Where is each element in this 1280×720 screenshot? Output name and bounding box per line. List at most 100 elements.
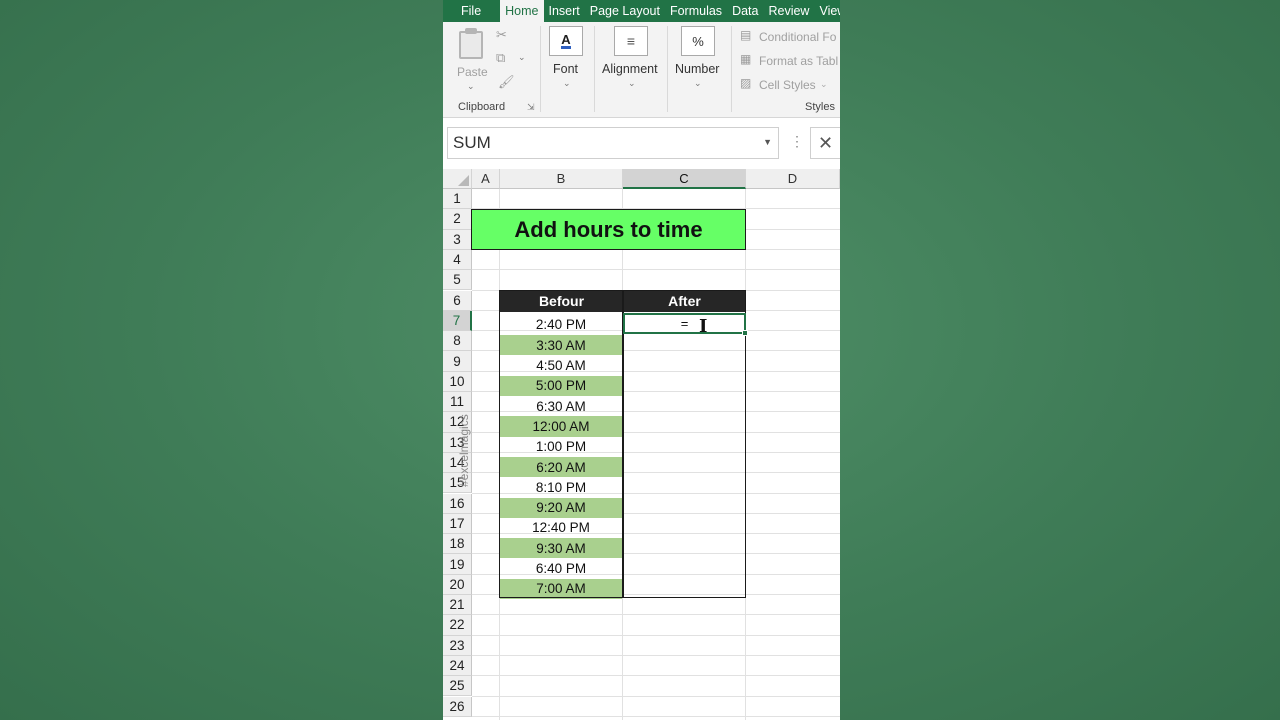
conditional-formatting-button[interactable]: Conditional Fo [759, 30, 836, 44]
row-header-26[interactable]: 26 [443, 696, 472, 717]
before-time-cell[interactable]: 12:00 AM [500, 416, 622, 437]
header-after-cell[interactable]: After [623, 290, 746, 312]
before-time-cell[interactable]: 2:40 PM [500, 315, 622, 335]
copy-icon[interactable]: ⧉ [496, 50, 505, 66]
before-time-cell[interactable]: 5:00 PM [500, 375, 622, 396]
cancel-formula-button[interactable]: ✕ [810, 127, 840, 159]
before-time-cell[interactable]: 3:30 AM [500, 335, 622, 356]
row-header-8[interactable]: 8 [443, 331, 472, 352]
worksheet-grid[interactable]: A B C D 1 2 3 4 5 6 7 8 9 10 11 12 13 14 15 16 17 18 19 20 2… [443, 169, 840, 720]
font-label: Font [553, 62, 579, 76]
copy-dropdown-icon[interactable]: ⌄ [518, 52, 526, 63]
row-header-1[interactable]: 1 [443, 189, 472, 210]
row-header-10[interactable]: 10 [443, 371, 472, 392]
tab-data[interactable]: Data [727, 0, 763, 22]
formula-bar-grip-icon[interactable]: ⋮ [790, 133, 804, 150]
tab-file[interactable]: File [443, 0, 500, 22]
format-painter-icon[interactable]: 🖌 [498, 74, 515, 90]
before-time-cell[interactable]: 4:50 AM [500, 355, 622, 375]
font-dropdown-icon: ⌄ [563, 78, 571, 88]
paste-label: Paste [457, 65, 488, 79]
tab-insert[interactable]: Insert [544, 0, 585, 22]
row-header-4[interactable]: 4 [443, 249, 472, 271]
styles-group-label: Styles [805, 101, 835, 113]
row-header-9[interactable]: 9 [443, 351, 472, 372]
alignment-dropdown-icon: ⌄ [628, 78, 636, 88]
fill-handle[interactable] [742, 330, 748, 336]
before-time-cell[interactable]: 6:30 AM [500, 396, 622, 416]
row-header-21[interactable]: 21 [443, 595, 472, 616]
sheet-title-cell[interactable]: Add hours to time [471, 209, 746, 250]
before-time-cell[interactable]: 9:20 AM [500, 497, 622, 518]
divider [594, 26, 595, 112]
before-time-cell[interactable]: 7:00 AM [500, 578, 622, 599]
clipboard-launcher-icon[interactable]: ⇲ [527, 102, 535, 113]
format-as-table-icon[interactable]: ▦ [740, 52, 751, 66]
row-header-11[interactable]: 11 [443, 392, 472, 413]
tab-home[interactable]: Home [500, 0, 544, 22]
before-time-cell[interactable]: 8:10 PM [500, 477, 622, 497]
tab-review[interactable]: Review [763, 0, 814, 22]
excel-window: File Home Insert Page Layout Formulas Da… [443, 0, 840, 720]
row-header-3[interactable]: 3 [443, 229, 472, 250]
name-box[interactable]: SUM ▼ [447, 127, 779, 159]
cell-styles-icon[interactable]: ▨ [740, 76, 751, 90]
close-icon: ✕ [817, 132, 834, 153]
row-header-6[interactable]: 6 [443, 290, 472, 311]
header-before-cell[interactable]: Befour [500, 290, 623, 312]
column-header-c[interactable]: C [623, 169, 746, 189]
row-header-2[interactable]: 2 [443, 209, 472, 230]
row-gridline [472, 634, 840, 636]
font-button[interactable]: A Font ⌄ [549, 26, 583, 92]
divider [540, 26, 541, 112]
row-gridline [472, 695, 840, 697]
cell-styles-dropdown-icon[interactable]: ⌄ [820, 79, 828, 90]
number-button[interactable]: % Number ⌄ [674, 26, 724, 92]
row-header-24[interactable]: 24 [443, 655, 472, 677]
active-cell-value: = [680, 316, 689, 331]
clipboard-icon [459, 31, 483, 59]
row-header-19[interactable]: 19 [443, 554, 472, 575]
row-header-16[interactable]: 16 [443, 493, 472, 514]
alignment-label: Alignment [602, 62, 658, 76]
tab-formulas[interactable]: Formulas [665, 0, 727, 22]
cell-styles-button[interactable]: Cell Styles [759, 78, 816, 92]
row-header-17[interactable]: 17 [443, 513, 472, 535]
cut-icon[interactable]: ✂ [496, 27, 507, 43]
before-time-cell[interactable]: 12:40 PM [500, 518, 622, 538]
ribbon: Paste ⌄ ✂ ⧉ ⌄ 🖌 Clipboard ⇲ A Font ⌄ ≡ A… [443, 22, 840, 118]
row-header-7[interactable]: 7 [443, 310, 472, 332]
column-header-b[interactable]: B [500, 169, 623, 189]
clipboard-group-label: Clipboard [458, 101, 506, 113]
row-gridline [472, 675, 840, 677]
format-as-table-button[interactable]: Format as Tabl [759, 54, 838, 68]
before-time-cell[interactable]: 6:20 AM [500, 456, 622, 478]
paste-button[interactable]: Paste ⌄ [457, 28, 488, 91]
watermark-text: #excelmagics [457, 414, 471, 487]
before-time-cell[interactable]: 6:40 PM [500, 558, 622, 578]
paste-dropdown-icon: ⌄ [467, 81, 475, 91]
table-divider [622, 290, 624, 598]
row-gridline [472, 654, 840, 656]
row-header-23[interactable]: 23 [443, 635, 472, 656]
row-header-25[interactable]: 25 [443, 676, 472, 697]
name-box-dropdown-icon[interactable]: ▼ [763, 137, 772, 147]
row-header-20[interactable]: 20 [443, 574, 472, 595]
text-cursor-icon: I [699, 316, 708, 337]
tab-page-layout[interactable]: Page Layout [585, 0, 665, 22]
row-header-18[interactable]: 18 [443, 534, 472, 555]
divider [667, 26, 668, 112]
column-header-d[interactable]: D [746, 169, 840, 189]
before-time-cell[interactable]: 9:30 AM [500, 538, 622, 559]
conditional-formatting-icon[interactable]: ▤ [740, 28, 751, 42]
alignment-button[interactable]: ≡ Alignment ⌄ [601, 26, 663, 92]
row-header-5[interactable]: 5 [443, 270, 472, 291]
active-cell-c7[interactable]: = [623, 313, 748, 336]
font-color-icon: A [549, 26, 583, 56]
select-all-button[interactable] [443, 169, 472, 189]
tab-view[interactable]: View [814, 0, 840, 22]
before-time-cell[interactable]: 1:00 PM [500, 437, 622, 457]
row-header-22[interactable]: 22 [443, 615, 472, 636]
column-header-a[interactable]: A [472, 169, 500, 189]
number-label: Number [675, 62, 720, 76]
